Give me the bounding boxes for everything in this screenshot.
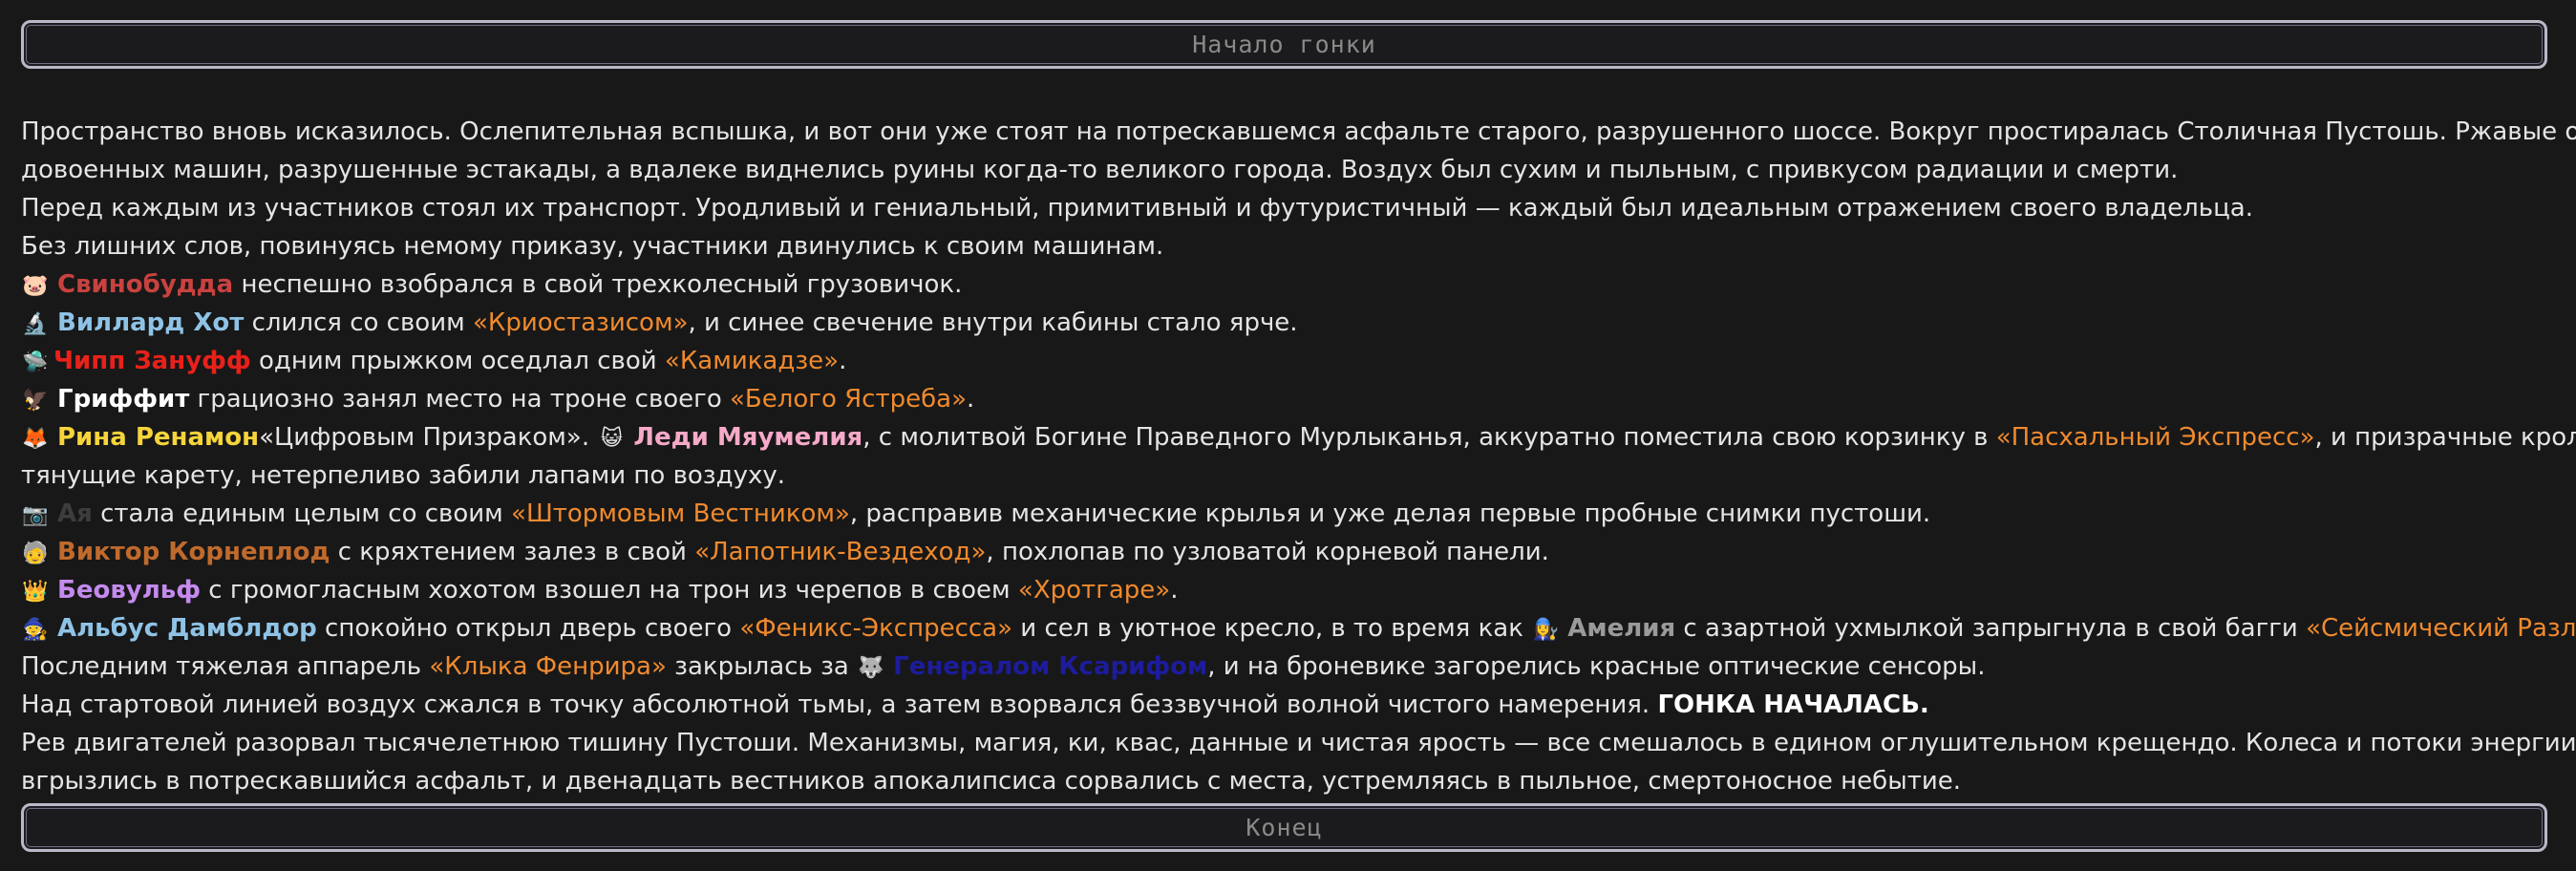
vehicle-name: «Криостазисом» — [472, 308, 689, 337]
racer-text: Последним тяжелая аппарель — [21, 652, 430, 681]
story-line: Без лишних слов, повинуясь немому приказ… — [21, 232, 1164, 261]
camera-icon: 📷 — [22, 503, 49, 527]
racer-line-chipp: 🛸 Чипп Зануфф одним прыжком оседлал свой … — [21, 342, 2552, 380]
racer-name: Генералом Ксарифом — [893, 652, 1208, 681]
vehicle-name: «Штормовым Вестником» — [511, 499, 850, 528]
race-start-announcement: ГОНКА НАЧАЛАСЬ. — [1657, 690, 1929, 719]
start-banner-title: Начало гонки — [1192, 31, 1376, 58]
racer-name: Свинобудда — [57, 270, 234, 299]
story-line: вгрызлись в потрескавшийся асфальт, и дв… — [21, 767, 1962, 796]
racer-text: стала единым целым со своим — [92, 499, 512, 528]
racer-text: с громогласным хохотом взошел на трон из… — [201, 576, 1018, 605]
racer-name: Беовульф — [57, 576, 201, 605]
old-man-icon: 🧓 — [22, 542, 49, 565]
end-banner: Конец — [21, 803, 2547, 852]
wolf-icon: 🐺 — [858, 656, 884, 680]
racer-text: . — [839, 347, 847, 375]
pig-icon: 🐷 — [22, 274, 49, 298]
racer-text: одним прыжком оседлал свой — [250, 347, 665, 375]
microscope-icon: 🔬 — [22, 312, 49, 336]
racer-text: , и на броневике загорелись красные опти… — [1207, 652, 1986, 681]
racer-text: «Цифровым Призраком». — [259, 423, 598, 452]
vehicle-name: «Белого Ястреба» — [730, 385, 967, 414]
story-text: Пространство вновь исказилось. Ослепител… — [21, 113, 2576, 800]
racer-name: Чипп Зануфф — [53, 347, 251, 375]
racer-text: закрылась за — [666, 652, 858, 681]
racer-name: Альбус Дамблдор — [57, 614, 317, 643]
racer-text: грациозно занял место на троне своего — [189, 385, 731, 414]
racer-text: и сел в уютное кресло, в то время как — [1012, 614, 1532, 643]
story-line: довоенных машин, разрушенные эстакады, а… — [21, 156, 2179, 184]
end-banner-title: Конец — [1245, 814, 1323, 841]
racer-line-rina-miaumelia: 🦊 Рина Ренамон«Цифровым Призраком». 😺 Леди… — [21, 418, 2576, 457]
racer-text: спокойно открыл дверь своего — [316, 614, 740, 643]
racer-text: , расправив механические крылья и уже де… — [849, 499, 1931, 528]
racer-line-viktor: 🧓 Виктор Корнеплод с кряхтением залез в с… — [21, 533, 2552, 571]
racer-text: с азартной ухмылкой запрыгнула в свой ба… — [1675, 614, 2307, 643]
ufo-icon: 🛸 — [22, 351, 49, 374]
story-text-segment: Над стартовой линией воздух сжался в точ… — [21, 690, 1658, 719]
eagle-icon: 🦅 — [22, 389, 49, 413]
crown-icon: 👑 — [22, 580, 49, 604]
racer-text: неспешно взобрался в свой трехколесный г… — [233, 270, 963, 299]
vehicle-name: «Феникс-Экспресса» — [739, 614, 1013, 643]
racer-name: Рина Ренамон — [57, 423, 260, 452]
racer-text: с кряхтением залез в свой — [330, 538, 695, 566]
racer-text: , и синее свечение внутри кабины стало я… — [688, 308, 1298, 337]
racer-line-beowulf: 👑 Беовульф с громогласным хохотом взошел … — [21, 571, 2552, 609]
racer-line-hot: 🔬 Виллард Хот слился со своим «Криостазис… — [21, 304, 2552, 342]
vehicle-name: «Хротгаре» — [1017, 576, 1171, 605]
racer-text: , похлопав по узловатой корневой панели. — [986, 538, 1549, 566]
story-line: тянущие карету, нетерпеливо забили лапам… — [21, 461, 786, 490]
racer-text: . — [967, 385, 975, 414]
story-line: Перед каждым из участников стоял их тран… — [21, 194, 2253, 223]
story-line: Пространство вновь исказилось. Ослепител… — [21, 117, 2576, 146]
racer-line-svinobudda: 🐷 Свинобудда неспешно взобрался в свой тр… — [21, 266, 2552, 304]
racer-name: Виктор Корнеплод — [57, 538, 330, 566]
fox-icon: 🦊 — [22, 427, 49, 451]
racer-name: Ая — [57, 499, 93, 528]
racer-text: слился со своим — [244, 308, 473, 337]
vehicle-name: «Камикадзе» — [664, 347, 840, 375]
vehicle-name: «Клыка Фенрира» — [429, 652, 667, 681]
racer-text: , и призрачные кролики, — [2314, 423, 2576, 452]
racer-line-griffith: 🦅 Гриффит грациозно занял место на троне … — [21, 380, 2552, 418]
start-banner: Начало гонки — [21, 20, 2547, 69]
story-line: Рев двигателей разорвал тысячелетнюю тиш… — [21, 729, 2576, 757]
racer-line-ksarif: Последним тяжелая аппарель «Клыка Фенрир… — [21, 648, 2552, 686]
racer-line-albus-amelia: 🧙 Альбус Дамблдор спокойно открыл дверь с… — [21, 609, 2576, 648]
racer-name: Виллард Хот — [57, 308, 245, 337]
cat-icon: 😺 — [600, 427, 623, 451]
racer-name: Амелия — [1567, 614, 1676, 643]
racer-text: . — [1170, 576, 1179, 605]
racer-text: , с молитвой Богине Праведного Мурлыкань… — [862, 423, 1996, 452]
wizard-icon: 🧙 — [22, 618, 49, 642]
mechanic-icon: 👩‍🔧 — [1532, 618, 1559, 642]
racer-line-aya: 📷 Ая стала единым целым со своим «Штормов… — [21, 495, 2552, 533]
vehicle-name: «Лапотник-Вездеход» — [694, 538, 987, 566]
racer-name: Гриффит — [57, 385, 190, 414]
story-line: Над стартовой линией воздух сжался в точ… — [21, 686, 2552, 724]
vehicle-name: «Пасхальный Экспресс» — [1995, 423, 2315, 452]
racer-name: Леди Мяумелия — [633, 423, 863, 452]
vehicle-name: «Сейсмический Разлом» — [2306, 614, 2576, 643]
